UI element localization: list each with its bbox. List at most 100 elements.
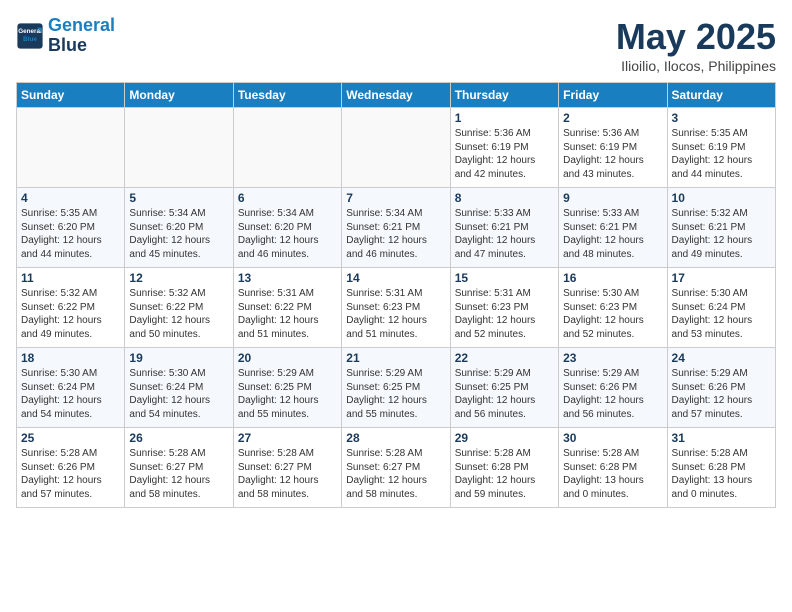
day-number: 24	[672, 351, 771, 365]
calendar-cell	[233, 108, 341, 188]
day-info: Sunrise: 5:31 AM Sunset: 6:23 PM Dayligh…	[455, 287, 554, 341]
day-info: Sunrise: 5:34 AM Sunset: 6:20 PM Dayligh…	[129, 207, 228, 261]
day-info: Sunrise: 5:34 AM Sunset: 6:21 PM Dayligh…	[346, 207, 445, 261]
calendar-cell: 25 Sunrise: 5:28 AM Sunset: 6:26 PM Dayli…	[17, 428, 125, 508]
day-info: Sunrise: 5:28 AM Sunset: 6:26 PM Dayligh…	[21, 447, 120, 501]
day-info: Sunrise: 5:31 AM Sunset: 6:22 PM Dayligh…	[238, 287, 337, 341]
day-number: 2	[563, 111, 662, 125]
calendar-cell	[17, 108, 125, 188]
page-header: General Blue GeneralBlue May 2025 Ilioil…	[16, 16, 776, 74]
calendar-cell: 24 Sunrise: 5:29 AM Sunset: 6:26 PM Dayli…	[667, 348, 775, 428]
day-info: Sunrise: 5:29 AM Sunset: 6:25 PM Dayligh…	[238, 367, 337, 421]
calendar-cell: 16Sunrise: 5:30 AM Sunset: 6:23 PM Dayli…	[559, 268, 667, 348]
calendar-week-row: 25 Sunrise: 5:28 AM Sunset: 6:26 PM Dayli…	[17, 428, 776, 508]
day-number: 1	[455, 111, 554, 125]
day-number: 12	[129, 271, 228, 285]
day-info: Sunrise: 5:28 AM Sunset: 6:28 PM Dayligh…	[672, 447, 771, 501]
calendar-body: 1 Sunrise: 5:36 AM Sunset: 6:19 PM Daylig…	[17, 108, 776, 508]
day-info: Sunrise: 5:36 AM Sunset: 6:19 PM Dayligh…	[563, 127, 662, 181]
day-number: 30	[563, 431, 662, 445]
day-number: 6	[238, 191, 337, 205]
day-number: 17	[672, 271, 771, 285]
weekday-header-row: SundayMondayTuesdayWednesdayThursdayFrid…	[17, 83, 776, 108]
weekday-header-friday: Friday	[559, 83, 667, 108]
calendar-cell: 30 Sunrise: 5:28 AM Sunset: 6:28 PM Dayli…	[559, 428, 667, 508]
day-number: 7	[346, 191, 445, 205]
month-title: May 2025	[616, 16, 776, 58]
day-number: 15	[455, 271, 554, 285]
day-number: 8	[455, 191, 554, 205]
day-number: 3	[672, 111, 771, 125]
weekday-header-sunday: Sunday	[17, 83, 125, 108]
calendar-header: SundayMondayTuesdayWednesdayThursdayFrid…	[17, 83, 776, 108]
calendar-cell: 18 Sunrise: 5:30 AM Sunset: 6:24 PM Dayli…	[17, 348, 125, 428]
calendar-week-row: 4 Sunrise: 5:35 AM Sunset: 6:20 PM Daylig…	[17, 188, 776, 268]
day-number: 5	[129, 191, 228, 205]
day-number: 14	[346, 271, 445, 285]
day-number: 9	[563, 191, 662, 205]
day-info: Sunrise: 5:32 AM Sunset: 6:22 PM Dayligh…	[21, 287, 120, 341]
day-info: Sunrise: 5:29 AM Sunset: 6:25 PM Dayligh…	[346, 367, 445, 421]
calendar-cell: 5 Sunrise: 5:34 AM Sunset: 6:20 PM Daylig…	[125, 188, 233, 268]
day-number: 22	[455, 351, 554, 365]
calendar-cell: 11 Sunrise: 5:32 AM Sunset: 6:22 PM Dayli…	[17, 268, 125, 348]
calendar-table: SundayMondayTuesdayWednesdayThursdayFrid…	[16, 82, 776, 508]
day-info: Sunrise: 5:32 AM Sunset: 6:22 PM Dayligh…	[129, 287, 228, 341]
calendar-cell: 27 Sunrise: 5:28 AM Sunset: 6:27 PM Dayli…	[233, 428, 341, 508]
calendar-week-row: 18 Sunrise: 5:30 AM Sunset: 6:24 PM Dayli…	[17, 348, 776, 428]
day-number: 21	[346, 351, 445, 365]
calendar-cell: 1 Sunrise: 5:36 AM Sunset: 6:19 PM Daylig…	[450, 108, 558, 188]
day-number: 18	[21, 351, 120, 365]
calendar-cell: 9 Sunrise: 5:33 AM Sunset: 6:21 PM Daylig…	[559, 188, 667, 268]
day-number: 4	[21, 191, 120, 205]
calendar-cell	[342, 108, 450, 188]
weekday-header-wednesday: Wednesday	[342, 83, 450, 108]
calendar-cell: 2 Sunrise: 5:36 AM Sunset: 6:19 PM Daylig…	[559, 108, 667, 188]
weekday-header-thursday: Thursday	[450, 83, 558, 108]
calendar-cell: 4 Sunrise: 5:35 AM Sunset: 6:20 PM Daylig…	[17, 188, 125, 268]
svg-text:Blue: Blue	[23, 36, 37, 43]
day-info: Sunrise: 5:28 AM Sunset: 6:28 PM Dayligh…	[563, 447, 662, 501]
calendar-cell: 17Sunrise: 5:30 AM Sunset: 6:24 PM Dayli…	[667, 268, 775, 348]
day-number: 29	[455, 431, 554, 445]
calendar-cell: 7 Sunrise: 5:34 AM Sunset: 6:21 PM Daylig…	[342, 188, 450, 268]
weekday-header-saturday: Saturday	[667, 83, 775, 108]
logo-text: GeneralBlue	[48, 16, 115, 56]
day-info: Sunrise: 5:28 AM Sunset: 6:27 PM Dayligh…	[238, 447, 337, 501]
day-number: 25	[21, 431, 120, 445]
day-info: Sunrise: 5:35 AM Sunset: 6:20 PM Dayligh…	[21, 207, 120, 261]
day-number: 10	[672, 191, 771, 205]
calendar-cell: 31 Sunrise: 5:28 AM Sunset: 6:28 PM Dayli…	[667, 428, 775, 508]
day-number: 31	[672, 431, 771, 445]
day-number: 27	[238, 431, 337, 445]
day-info: Sunrise: 5:33 AM Sunset: 6:21 PM Dayligh…	[563, 207, 662, 261]
day-info: Sunrise: 5:28 AM Sunset: 6:27 PM Dayligh…	[346, 447, 445, 501]
day-info: Sunrise: 5:32 AM Sunset: 6:21 PM Dayligh…	[672, 207, 771, 261]
day-number: 13	[238, 271, 337, 285]
day-info: Sunrise: 5:34 AM Sunset: 6:20 PM Dayligh…	[238, 207, 337, 261]
day-info: Sunrise: 5:30 AM Sunset: 6:24 PM Dayligh…	[21, 367, 120, 421]
calendar-week-row: 1 Sunrise: 5:36 AM Sunset: 6:19 PM Daylig…	[17, 108, 776, 188]
day-number: 11	[21, 271, 120, 285]
day-info: Sunrise: 5:29 AM Sunset: 6:25 PM Dayligh…	[455, 367, 554, 421]
calendar-cell: 12 Sunrise: 5:32 AM Sunset: 6:22 PM Dayli…	[125, 268, 233, 348]
day-number: 28	[346, 431, 445, 445]
day-info: Sunrise: 5:36 AM Sunset: 6:19 PM Dayligh…	[455, 127, 554, 181]
day-info: Sunrise: 5:28 AM Sunset: 6:27 PM Dayligh…	[129, 447, 228, 501]
weekday-header-tuesday: Tuesday	[233, 83, 341, 108]
calendar-cell: 23Sunrise: 5:29 AM Sunset: 6:26 PM Dayli…	[559, 348, 667, 428]
calendar-cell: 8Sunrise: 5:33 AM Sunset: 6:21 PM Daylig…	[450, 188, 558, 268]
calendar-cell: 6 Sunrise: 5:34 AM Sunset: 6:20 PM Daylig…	[233, 188, 341, 268]
day-info: Sunrise: 5:35 AM Sunset: 6:19 PM Dayligh…	[672, 127, 771, 181]
calendar-cell: 22 Sunrise: 5:29 AM Sunset: 6:25 PM Dayli…	[450, 348, 558, 428]
calendar-cell: 28 Sunrise: 5:28 AM Sunset: 6:27 PM Dayli…	[342, 428, 450, 508]
calendar-cell: 19Sunrise: 5:30 AM Sunset: 6:24 PM Dayli…	[125, 348, 233, 428]
calendar-week-row: 11 Sunrise: 5:32 AM Sunset: 6:22 PM Dayli…	[17, 268, 776, 348]
day-info: Sunrise: 5:28 AM Sunset: 6:28 PM Dayligh…	[455, 447, 554, 501]
logo-icon: General Blue	[16, 22, 44, 50]
calendar-cell	[125, 108, 233, 188]
svg-text:General: General	[18, 28, 42, 35]
day-info: Sunrise: 5:29 AM Sunset: 6:26 PM Dayligh…	[672, 367, 771, 421]
day-number: 20	[238, 351, 337, 365]
logo: General Blue GeneralBlue	[16, 16, 115, 56]
